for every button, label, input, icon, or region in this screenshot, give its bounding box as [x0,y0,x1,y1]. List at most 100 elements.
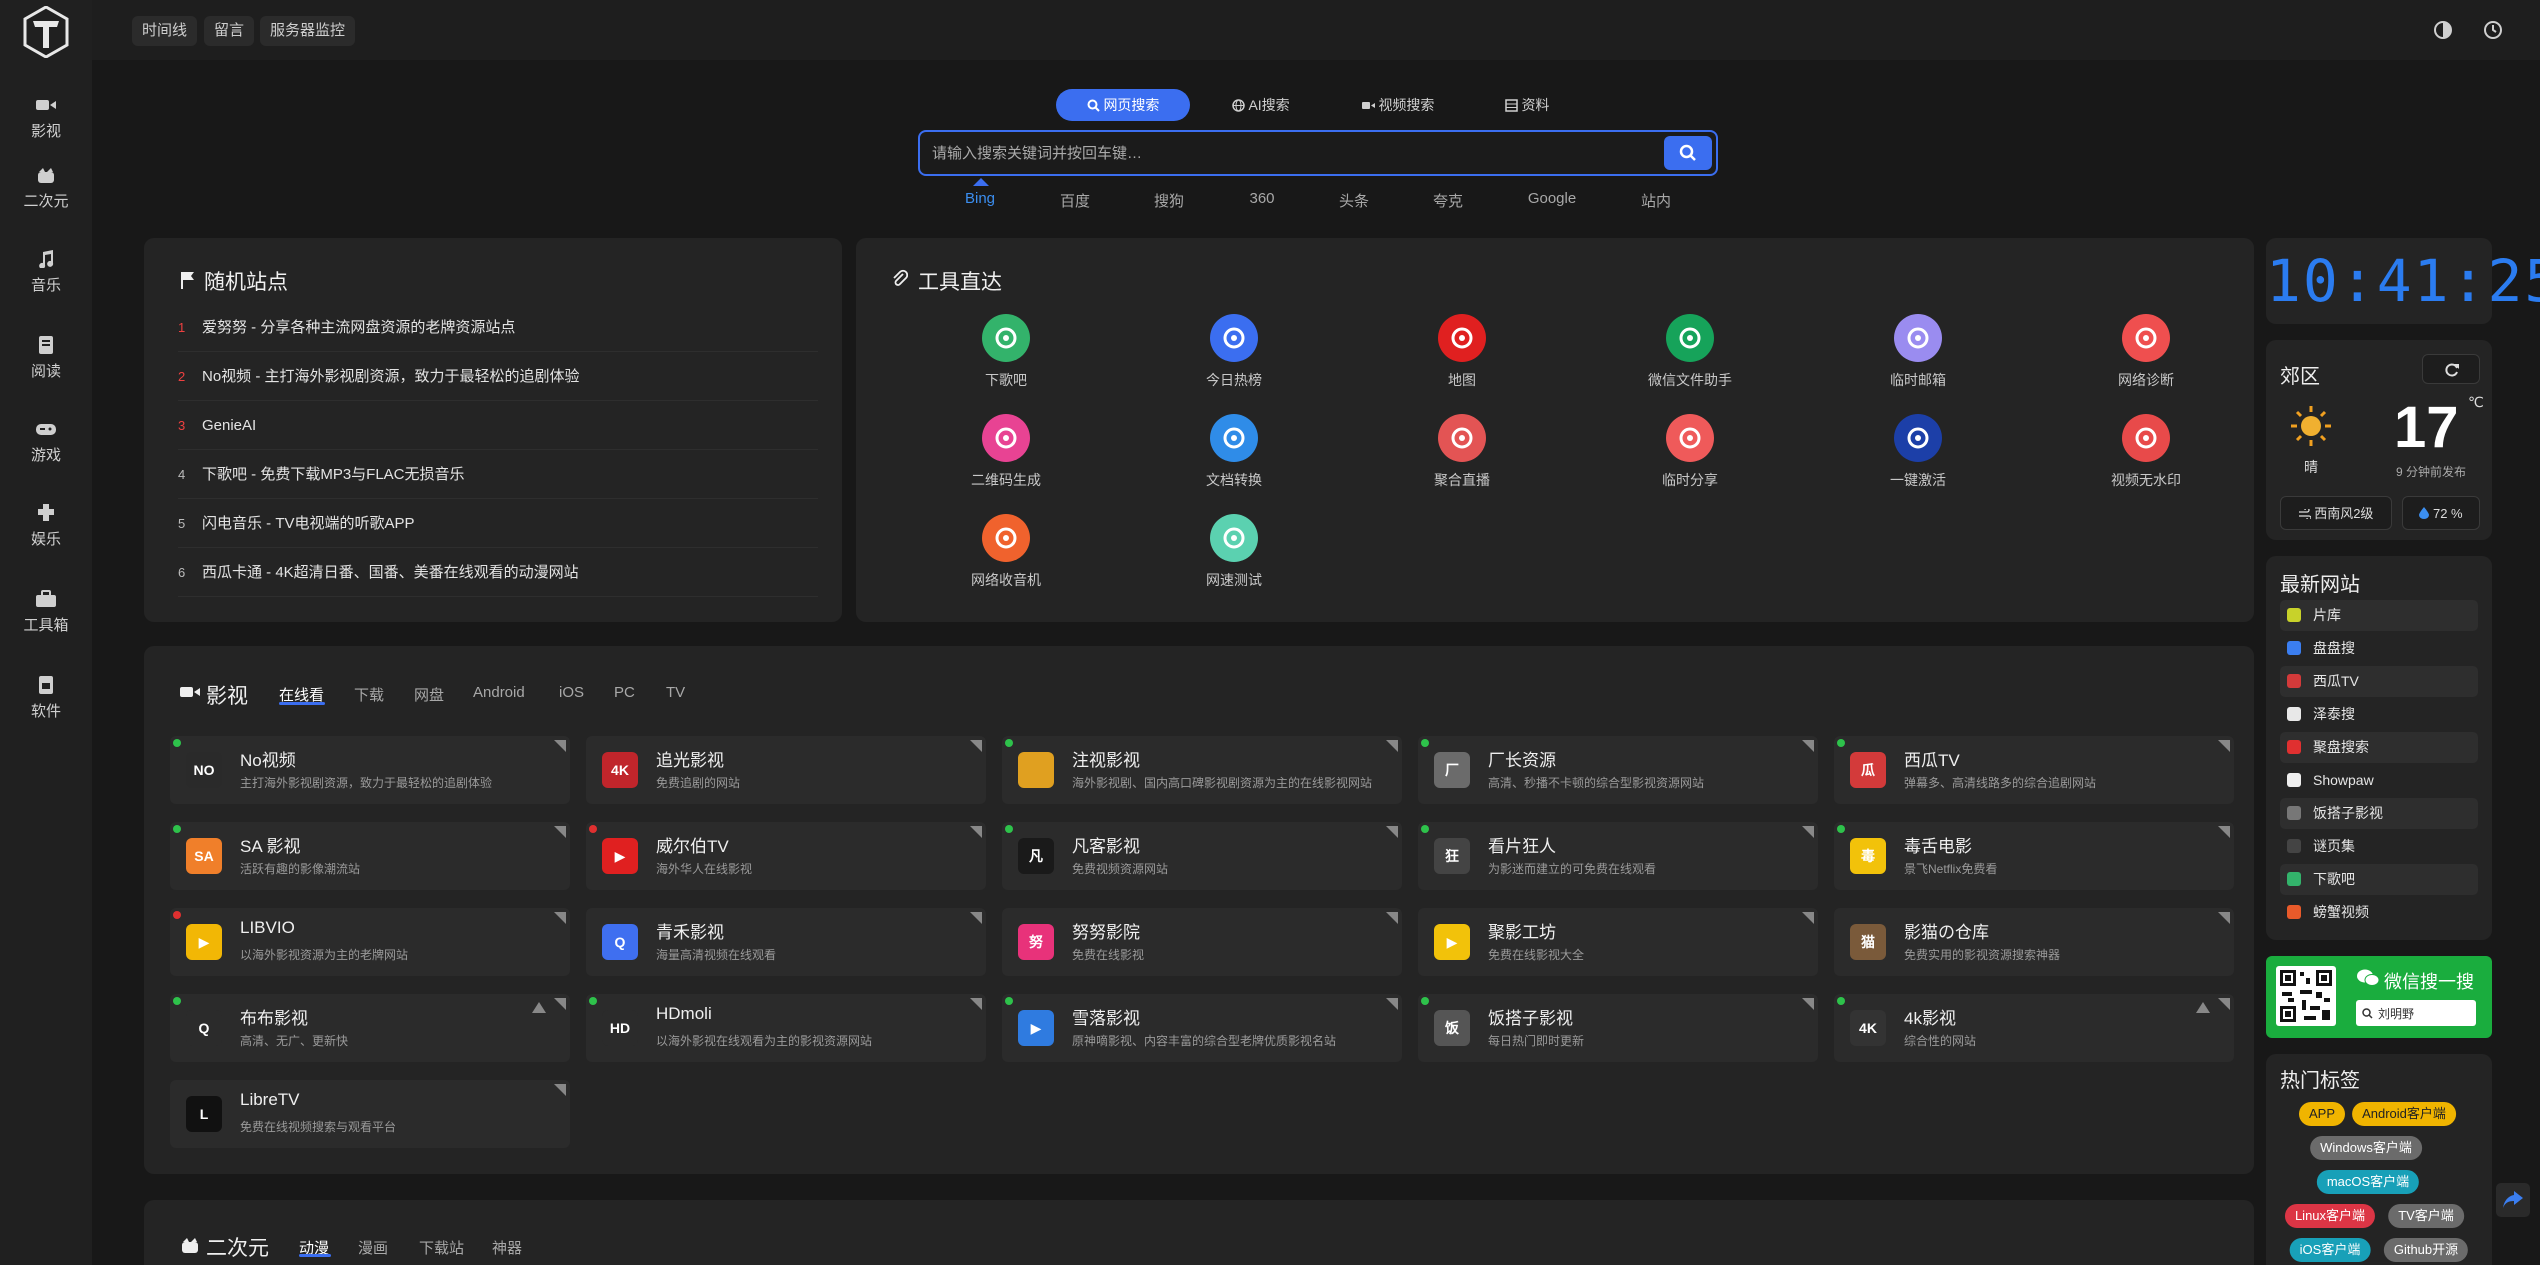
video-tab-pc[interactable]: PC [614,684,635,701]
nav-item-video[interactable]: 影视 [0,82,92,152]
tool-7[interactable]: 二维码生成 [936,414,1076,504]
random-site-item[interactable]: 1 爱努努 - 分享各种主流网盘资源的老牌资源站点 [178,304,818,352]
nav-item-anime[interactable]: 二次元 [0,152,92,222]
hot-tag[interactable]: iOS客户端 [2289,1238,2371,1262]
nav-item-toolbox[interactable]: 工具箱 [0,576,92,646]
search-button[interactable] [1664,136,1712,170]
video-site-card[interactable]: 狂看片狂人 为影迷而建立的可免费在线观看 [1418,822,1818,890]
latest-site-item[interactable]: 盘盘搜 [2280,633,2478,664]
nav-item-entertainment[interactable]: 娱乐 [0,490,92,560]
random-site-item[interactable]: 3 GenieAI [178,402,818,450]
refresh-button[interactable] [2422,354,2480,384]
video-tab-ios[interactable]: iOS [559,684,584,701]
tool-6[interactable]: 网络诊断 [2076,314,2216,404]
latest-site-item[interactable]: 螃蟹视频 [2280,897,2478,928]
video-tab-netdisk[interactable]: 网盘 [414,684,444,705]
video-site-card[interactable]: Q 布布影视 高清、无广、更新快 [170,994,570,1062]
tool-4[interactable]: 微信文件助手 [1620,314,1760,404]
latest-site-item[interactable]: 聚盘搜索 [2280,732,2478,763]
tool-2[interactable]: 今日热榜 [1164,314,1304,404]
anime-tab-tools[interactable]: 神器 [492,1237,522,1258]
latest-site-item[interactable]: 下歌吧 [2280,864,2478,895]
video-tab-tv[interactable]: TV [666,684,685,701]
video-site-card[interactable]: 4K 追光影视 免费追剧的网站 [586,736,986,804]
video-site-card[interactable]: 厂厂长资源 高清、秒播不卡顿的综合型影视资源网站 [1418,736,1818,804]
nav-item-music[interactable]: 音乐 [0,236,92,306]
tool-13[interactable]: 网络收音机 [936,514,1076,604]
tool-9[interactable]: 聚合直播 [1392,414,1532,504]
video-site-card[interactable]: HD HDmoli 以海外影视在线观看为主的影视资源网站 [586,994,986,1062]
latest-site-item[interactable]: 西瓜TV [2280,666,2478,697]
video-tab-android[interactable]: Android [473,684,525,701]
tool-8[interactable]: 文档转换 [1164,414,1304,504]
video-site-card[interactable]: 饭饭搭子影视 每日热门即时更新 [1418,994,1818,1062]
tab-ai-search[interactable]: AI搜索 [1216,89,1306,121]
wechat-search-banner[interactable]: 微信搜一搜 刘明野 [2266,956,2492,1038]
tool-11[interactable]: 一键激活 [1848,414,1988,504]
hot-tag[interactable]: Windows客户端 [2310,1136,2422,1160]
engine-quark[interactable]: 夸克 [1433,190,1463,211]
video-site-card[interactable]: L LibreTV 免费在线视频搜索与观看平台 [170,1080,570,1148]
tab-video-search[interactable]: 视频搜索 [1350,89,1446,121]
random-site-item[interactable]: 2 No视频 - 主打海外影视剧资源，致力于最轻松的追剧体验 [178,353,818,401]
clock-icon[interactable] [2482,19,2504,41]
server-monitor-link[interactable]: 服务器监控 [260,16,356,46]
tool-1[interactable]: 下歌吧 [936,314,1076,404]
anime-tab-comics[interactable]: 漫画 [358,1237,388,1258]
hot-tag[interactable]: TV客户端 [2388,1204,2464,1228]
video-site-card[interactable]: ▶ LIBVIO 以海外影视资源为主的老牌网站 [170,908,570,976]
video-site-card[interactable]: 凡凡客影视 免费视频资源网站 [1002,822,1402,890]
video-site-card[interactable]: ▶ 威尔伯TV 海外华人在线影视 [586,822,986,890]
nav-item-games[interactable]: 游戏 [0,406,92,476]
video-site-card[interactable]: ▶ 聚影工坊 免费在线影视大全 [1418,908,1818,976]
random-site-item[interactable]: 4 下歌吧 - 免费下载MP3与FLAC无损音乐 [178,451,818,499]
hot-tag[interactable]: Linux客户端 [2284,1204,2376,1228]
video-tab-download[interactable]: 下载 [354,684,384,705]
tab-resources[interactable]: 资料 [1492,89,1562,121]
video-site-card[interactable]: ▶ 雪落影视 原神嘀影视、内容丰富的综合型老牌优质影视名站 [1002,994,1402,1062]
timeline-link[interactable]: 时间线 [132,16,198,46]
video-site-card[interactable]: 努努努影院 免费在线影视 [1002,908,1402,976]
tool-3[interactable]: 地图 [1392,314,1532,404]
tool-14[interactable]: 网速测试 [1164,514,1304,604]
search-input[interactable] [932,138,1632,168]
hot-tag[interactable]: macOS客户端 [2316,1170,2420,1194]
wechat-search-field[interactable]: 刘明野 [2356,1000,2476,1026]
video-site-card[interactable]: 毒毒舌电影 景飞Netflix免费看 [1834,822,2234,890]
latest-site-item[interactable]: 饭搭子影视 [2280,798,2478,829]
video-site-card[interactable]: NO No视频 主打海外影视剧资源，致力于最轻松的追剧体验 [170,736,570,804]
hot-tag[interactable]: Android客户端 [2352,1102,2456,1126]
video-site-card[interactable]: 注视影视 海外影视剧、国内高口碑影视剧资源为主的在线影视网站 [1002,736,1402,804]
site-logo[interactable] [23,6,69,58]
engine-bing[interactable]: Bing [965,190,995,207]
nav-item-reading[interactable]: 阅读 [0,322,92,392]
video-site-card[interactable]: 猫影猫の仓库 免费实用的影视资源搜索神器 [1834,908,2234,976]
share-float-button[interactable] [2496,1183,2530,1217]
random-site-item[interactable]: 6 西瓜卡通 - 4K超清日番、国番、美番在线观看的动漫网站 [178,549,818,597]
video-site-card[interactable]: SA SA 影视 活跃有趣的影像潮流站 [170,822,570,890]
engine-sogou[interactable]: 搜狗 [1154,190,1184,211]
hot-tag[interactable]: Github开源 [2383,1238,2469,1262]
random-site-item[interactable]: 5 闪电音乐 - TV电视端的听歌APP [178,500,818,548]
video-site-card[interactable]: 瓜西瓜TV 弹幕多、高清线路多的综合追剧网站 [1834,736,2234,804]
anime-tab-download-sites[interactable]: 下载站 [419,1237,464,1258]
latest-site-item[interactable]: Showpaw [2280,765,2478,796]
message-link[interactable]: 留言 [204,16,255,46]
latest-site-item[interactable]: 泽泰搜 [2280,699,2478,730]
video-site-card[interactable]: Q 青禾影视 海量高清视频在线观看 [586,908,986,976]
engine-toutiao[interactable]: 头条 [1339,190,1369,211]
theme-toggle-icon[interactable] [2432,19,2454,41]
latest-site-item[interactable]: 谜页集 [2280,831,2478,862]
tool-10[interactable]: 临时分享 [1620,414,1760,504]
latest-site-item[interactable]: 片库 [2280,600,2478,631]
engine-baidu[interactable]: 百度 [1060,190,1090,211]
hot-tag[interactable]: APP [2298,1102,2346,1126]
nav-item-software[interactable]: 软件 [0,662,92,732]
engine-360[interactable]: 360 [1249,190,1274,207]
tab-web-search[interactable]: 网页搜索 [1056,89,1190,121]
engine-onsite[interactable]: 站内 [1641,190,1671,211]
video-site-card[interactable]: 4K 4k影视 综合性的网站 [1834,994,2234,1062]
tool-5[interactable]: 临时邮箱 [1848,314,1988,404]
engine-google[interactable]: Google [1528,190,1576,207]
tool-12[interactable]: 视频无水印 [2076,414,2216,504]
